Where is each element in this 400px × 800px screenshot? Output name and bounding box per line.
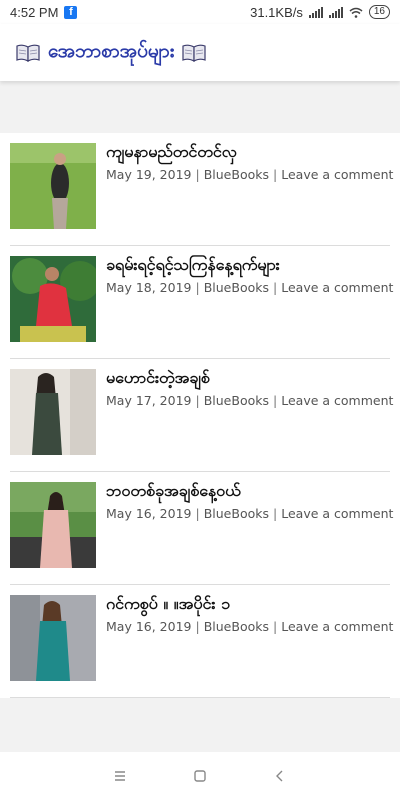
post-thumbnail[interactable] <box>10 256 96 342</box>
signal-icon <box>308 6 323 18</box>
back-icon[interactable] <box>272 768 288 784</box>
open-book-icon <box>16 44 40 62</box>
signal-icon-2 <box>328 6 343 18</box>
meta-separator: | <box>273 393 278 408</box>
wifi-icon <box>349 7 363 18</box>
comment-link[interactable]: Leave a comment <box>281 506 393 521</box>
post-thumbnail[interactable] <box>10 595 96 681</box>
post-date[interactable]: May 16, 2019 <box>106 506 191 521</box>
post-date[interactable]: May 19, 2019 <box>106 167 191 182</box>
post-thumbnail[interactable] <box>10 369 96 455</box>
system-navigation-bar <box>0 752 400 800</box>
app-bar: အေဘာစာအုပ်များ <box>0 24 400 81</box>
facebook-notification-icon: f <box>64 5 78 19</box>
comment-link[interactable]: Leave a comment <box>281 167 393 182</box>
status-bar: 4:52 PM f 31.1KB/s 16 <box>0 0 400 24</box>
home-icon[interactable] <box>192 768 208 784</box>
post-author[interactable]: BlueBooks <box>204 619 269 634</box>
post-list: ကျမနာမည်တင်တင်လှ May 19, 2019 | BlueBooks |… <box>0 133 400 698</box>
post-date[interactable]: May 16, 2019 <box>106 619 191 634</box>
menu-icon[interactable] <box>112 768 128 784</box>
post-item[interactable]: မဟောင်းတဲ့အချစ် May 17, 2019 | BlueBooks | L… <box>10 359 393 472</box>
post-meta: May 16, 2019 | BlueBooks | Leave a comment <box>106 506 393 521</box>
meta-separator: | <box>195 393 200 408</box>
post-author[interactable]: BlueBooks <box>204 393 269 408</box>
post-title[interactable]: ဂင်ကစွပ် ။ ။အပိုင်း ၁ <box>106 593 230 617</box>
post-date[interactable]: May 17, 2019 <box>106 393 191 408</box>
status-time: 4:52 PM <box>10 4 59 20</box>
post-item[interactable]: ကျမနာမည်တင်တင်လှ May 19, 2019 | BlueBooks |… <box>10 133 393 246</box>
post-title[interactable]: ခရမ်းရင့်ရင့်သကြန်နေ့ရက်များ <box>106 254 280 278</box>
post-meta: May 18, 2019 | BlueBooks | Leave a comment <box>106 280 393 295</box>
meta-separator: | <box>273 280 278 295</box>
comment-link[interactable]: Leave a comment <box>281 280 393 295</box>
meta-separator: | <box>195 280 200 295</box>
post-author[interactable]: BlueBooks <box>204 506 269 521</box>
post-title[interactable]: ကျမနာမည်တင်တင်လှ <box>106 141 237 165</box>
network-speed: 31.1KB/s <box>250 4 303 20</box>
post-item[interactable]: ဂင်ကစွပ် ။ ။အပိုင်း ၁ May 16, 2019 | BlueB… <box>10 585 393 698</box>
post-meta: May 19, 2019 | BlueBooks | Leave a comment <box>106 167 393 182</box>
post-item[interactable]: ဘဝတစ်ခုအချစ်နေ့ဝယ် May 16, 2019 | BlueBook… <box>10 472 393 585</box>
post-meta: May 17, 2019 | BlueBooks | Leave a comment <box>106 393 393 408</box>
comment-link[interactable]: Leave a comment <box>281 393 393 408</box>
comment-link[interactable]: Leave a comment <box>281 619 393 634</box>
post-thumbnail[interactable] <box>10 143 96 229</box>
post-item[interactable]: ခရမ်းရင့်ရင့်သကြန်နေ့ရက်များ May 18, 201… <box>10 246 393 359</box>
meta-separator: | <box>273 619 278 634</box>
post-thumbnail[interactable] <box>10 482 96 568</box>
meta-separator: | <box>195 167 200 182</box>
post-title[interactable]: ဘဝတစ်ခုအချစ်နေ့ဝယ် <box>106 480 241 504</box>
post-author[interactable]: BlueBooks <box>204 280 269 295</box>
meta-separator: | <box>273 506 278 521</box>
app-title: အေဘာစာအုပ်များ <box>48 39 175 62</box>
open-book-icon-right <box>182 44 207 62</box>
post-date[interactable]: May 18, 2019 <box>106 280 191 295</box>
meta-separator: | <box>195 619 200 634</box>
post-author[interactable]: BlueBooks <box>204 167 269 182</box>
post-title[interactable]: မဟောင်းတဲ့အချစ် <box>106 367 210 391</box>
meta-separator: | <box>273 167 278 182</box>
battery-indicator: 16 <box>368 5 390 19</box>
post-meta: May 16, 2019 | BlueBooks | Leave a comment <box>106 619 393 634</box>
meta-separator: | <box>195 506 200 521</box>
